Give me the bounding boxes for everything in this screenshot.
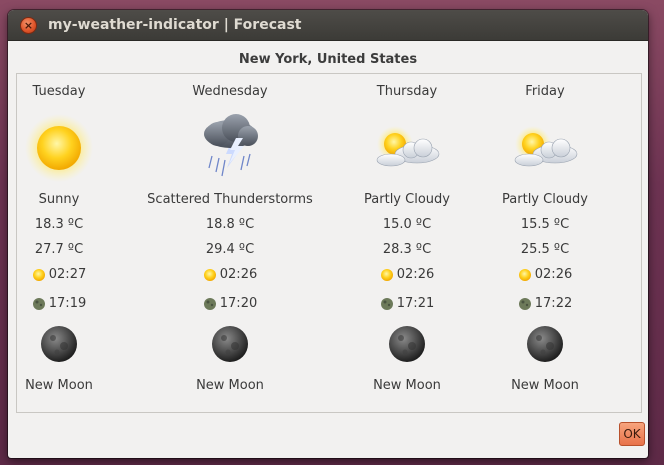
temp-min: 15.5 ºC xyxy=(520,217,570,232)
ok-button[interactable]: OK xyxy=(619,422,645,446)
new-moon-icon xyxy=(212,326,248,362)
sunny-icon xyxy=(25,114,93,182)
moon-phase-label: New Moon xyxy=(25,378,93,393)
sunrise-icon xyxy=(518,268,531,281)
moon-small-icon xyxy=(32,297,45,310)
sunrise-icon xyxy=(32,268,45,281)
condition-label: Sunny xyxy=(38,192,80,207)
sunrise-icon xyxy=(380,268,393,281)
forecast-day-column: Friday Partly Cloudy 15.5 ºC 25.5 ºC 02:… xyxy=(500,74,590,412)
partly-cloudy-icon xyxy=(376,126,440,167)
temp-max: 27.7 ºC xyxy=(34,242,84,257)
condition-label: Partly Cloudy xyxy=(364,192,450,207)
temp-min: 15.0 ºC xyxy=(382,217,432,232)
sunset-row: 17:19 xyxy=(17,296,101,311)
partly-cloudy-icon xyxy=(514,126,578,167)
moon-phase-label: New Moon xyxy=(196,378,264,393)
sunset-row: 17:20 xyxy=(145,296,315,311)
forecast-day-column: Tuesday Sunny 18.3 ºC 27.7 ºC 02:27 17:1… xyxy=(17,74,101,412)
sunrise-time: 02:27 xyxy=(48,267,87,282)
temp-min: 18.3 ºC xyxy=(34,217,84,232)
sunrise-row: 02:26 xyxy=(362,267,452,282)
sunrise-time: 02:26 xyxy=(219,267,258,282)
sunset-time: 17:20 xyxy=(219,296,258,311)
sunrise-time: 02:26 xyxy=(534,267,573,282)
day-name: Friday xyxy=(525,84,565,99)
sunset-time: 17:22 xyxy=(534,296,573,311)
sunrise-row: 02:26 xyxy=(145,267,315,282)
sunset-time: 17:19 xyxy=(48,296,87,311)
temp-max: 28.3 ºC xyxy=(382,242,432,257)
day-name: Wednesday xyxy=(192,84,268,99)
new-moon-icon xyxy=(389,326,425,362)
new-moon-icon xyxy=(41,326,77,362)
window-title: my-weather-indicator | Forecast xyxy=(48,17,302,33)
location-label: New York, United States xyxy=(238,52,418,67)
forecast-panel: Tuesday Sunny 18.3 ºC 27.7 ºC 02:27 17:1… xyxy=(16,73,642,413)
sunset-time: 17:21 xyxy=(396,296,435,311)
moon-phase-label: New Moon xyxy=(511,378,579,393)
temp-min: 18.8 ºC xyxy=(205,217,255,232)
moon-small-icon xyxy=(518,297,531,310)
forecast-day-column: Thursday Partly Cloudy 15.0 ºC 28.3 ºC 0… xyxy=(362,74,452,412)
moon-small-icon xyxy=(380,297,393,310)
forecast-window: × my-weather-indicator | Forecast New Yo… xyxy=(8,10,648,458)
thunderstorm-icon xyxy=(204,114,258,177)
sunrise-row: 02:27 xyxy=(17,267,101,282)
sunrise-time: 02:26 xyxy=(396,267,435,282)
temp-max: 25.5 ºC xyxy=(520,242,570,257)
moon-small-icon xyxy=(203,297,216,310)
day-name: Tuesday xyxy=(32,84,86,99)
temp-max: 29.4 ºC xyxy=(205,242,255,257)
close-icon[interactable]: × xyxy=(20,16,37,34)
titlebar: × my-weather-indicator | Forecast xyxy=(8,10,648,41)
condition-label: Partly Cloudy xyxy=(502,192,588,207)
new-moon-icon xyxy=(527,326,563,362)
sunrise-icon xyxy=(203,268,216,281)
forecast-day-column: Wednesday Scattered Thunderstorms 18.8 º… xyxy=(145,74,315,412)
sunset-row: 17:22 xyxy=(500,296,590,311)
moon-phase-label: New Moon xyxy=(373,378,441,393)
sunrise-row: 02:26 xyxy=(500,267,590,282)
sunset-row: 17:21 xyxy=(362,296,452,311)
day-name: Thursday xyxy=(376,84,438,99)
condition-label: Scattered Thunderstorms xyxy=(147,192,313,207)
